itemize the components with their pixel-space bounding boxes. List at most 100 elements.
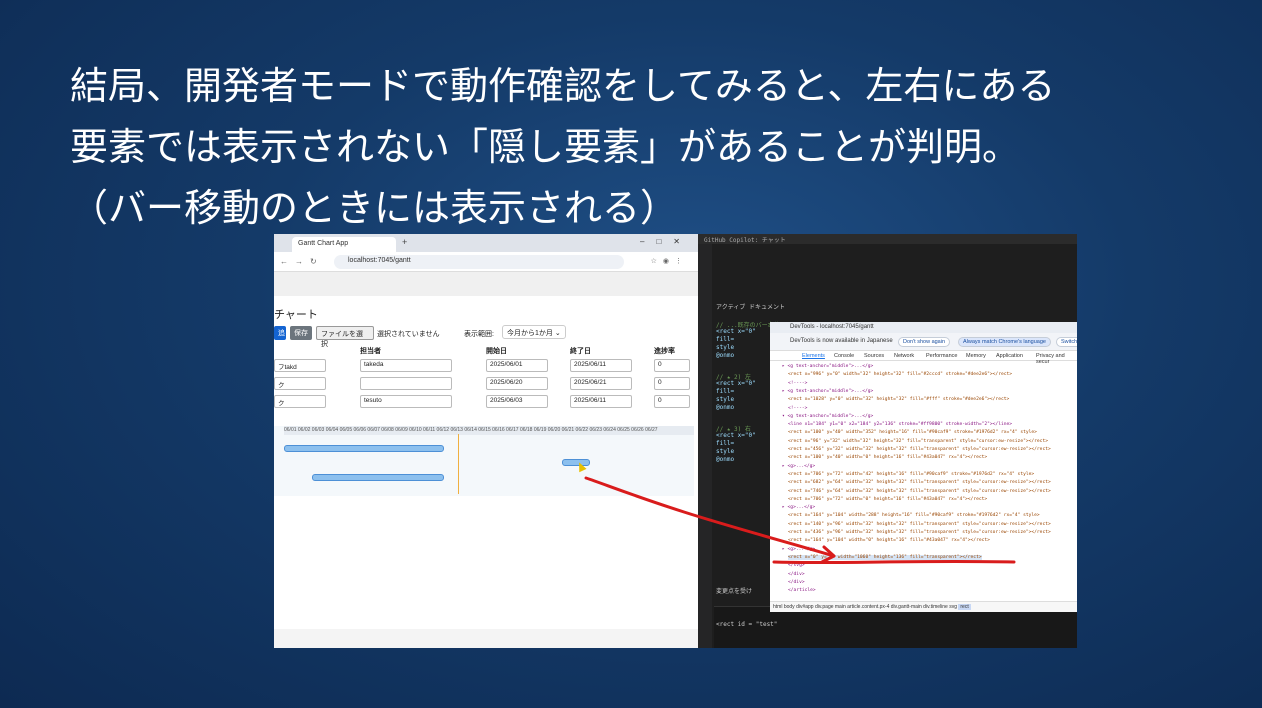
- code-line: fill=: [716, 440, 735, 447]
- progress-input[interactable]: 0: [654, 377, 690, 390]
- dom-node-line[interactable]: ▸ <g text-anchor="middle">...</g>: [782, 389, 873, 394]
- page-title: チャート: [274, 309, 318, 321]
- dom-node-line[interactable]: </svg>: [788, 563, 805, 568]
- tab-elements[interactable]: Elements: [802, 353, 825, 359]
- range-label: 表示範囲:: [464, 331, 494, 338]
- col-start: 開始日: [486, 348, 507, 355]
- task-input[interactable]: ク: [274, 377, 326, 390]
- tab-title: Gantt Chart App: [298, 240, 349, 247]
- code-line: <rect x="0": [716, 432, 756, 439]
- dom-node-line[interactable]: <!---->: [788, 381, 807, 386]
- code-line: fill=: [716, 336, 735, 343]
- assignee-input[interactable]: takeda: [360, 359, 452, 372]
- dom-node-line[interactable]: </article>: [788, 588, 816, 593]
- code-line: @onmo: [716, 352, 735, 359]
- dom-node-line[interactable]: <rect x="164" y="104" width="0" height="…: [788, 538, 990, 543]
- dom-node-line[interactable]: ▸ <g>...</g>: [782, 505, 815, 510]
- devtools-info-text: DevTools is now available in Japanese: [790, 338, 893, 344]
- gantt-bar[interactable]: [312, 474, 444, 481]
- today-line: [458, 434, 459, 494]
- dom-node-line[interactable]: </div>: [788, 572, 805, 577]
- range-value: 今月から1か月: [507, 330, 553, 337]
- dom-node-line[interactable]: <rect x="456" y="32" width="32" height="…: [788, 447, 1051, 452]
- dom-node-line[interactable]: <line x1="184" y1="0" x2="184" y2="136" …: [788, 422, 1012, 427]
- progress-input[interactable]: 0: [654, 395, 690, 408]
- tab-memory[interactable]: Memory: [966, 353, 986, 359]
- dont-show-again-button[interactable]: Don't show again: [898, 337, 951, 347]
- code-line: style: [716, 396, 735, 403]
- dom-node-line[interactable]: <!---->: [788, 406, 807, 411]
- gantt-bar[interactable]: [284, 445, 444, 452]
- breadcrumb-current[interactable]: rect: [958, 604, 971, 610]
- range-select[interactable]: 今月から1か月 ⌄: [502, 325, 566, 339]
- start-date-input[interactable]: 2025/06/01: [486, 359, 548, 372]
- col-end: 終了日: [570, 348, 591, 355]
- dom-node-line[interactable]: <rect x="682" y="64" width="32" height="…: [788, 480, 1051, 485]
- tab-network[interactable]: Network: [894, 353, 914, 359]
- progress-input[interactable]: 0: [654, 359, 690, 372]
- save-button[interactable]: 保存: [290, 326, 312, 340]
- tab-application[interactable]: Application: [996, 353, 1023, 359]
- editor-changes-label: 変更点を受け: [716, 588, 753, 595]
- title-line-2: 要素では表示されない「隠し要素」があることが判明。: [70, 125, 1021, 169]
- task-input[interactable]: ク: [274, 395, 326, 408]
- dom-node-line[interactable]: <rect x="100" y="40" width="352" height=…: [788, 430, 1037, 435]
- editor-activity-bar: [698, 244, 712, 648]
- code-line: @onmo: [716, 404, 735, 411]
- start-date-input[interactable]: 2025/06/20: [486, 377, 548, 390]
- match-language-button[interactable]: Always match Chrome's language: [958, 337, 1051, 347]
- browser-tab[interactable]: Gantt Chart App: [292, 237, 396, 252]
- start-date-input[interactable]: 2025/06/03: [486, 395, 548, 408]
- col-progress: 進捗率: [654, 348, 675, 355]
- extension-icons[interactable]: ☆◉⋮: [651, 257, 688, 265]
- end-date-input[interactable]: 2025/06/21: [570, 377, 632, 390]
- dom-node-line[interactable]: ▸ <g>...</g>: [782, 547, 815, 552]
- end-date-input[interactable]: 2025/06/11: [570, 359, 632, 372]
- dom-node-line[interactable]: <rect x="706" y="72" width="42" height="…: [788, 472, 1034, 477]
- devtools-breadcrumb: html body div#app div.page main article.…: [770, 601, 1077, 612]
- dom-node-line[interactable]: <rect x="746" y="64" width="32" height="…: [788, 489, 1051, 494]
- slide-title: 結局、開発者モードで動作確認をしてみると、左右にある 要素では表示されない「隠し…: [70, 56, 1055, 239]
- dom-node-line[interactable]: <rect x="164" y="104" width="288" height…: [788, 513, 1040, 518]
- code-line: @onmo: [716, 456, 735, 463]
- tab-sources[interactable]: Sources: [864, 353, 884, 359]
- dom-node-line[interactable]: <rect x="140" y="96" width="32" height="…: [788, 522, 1051, 527]
- tab-performance[interactable]: Performance: [926, 353, 958, 359]
- task-input[interactable]: フtakd: [274, 359, 326, 372]
- editor-section: アクティブ ドキュメント: [716, 304, 785, 311]
- gantt-timeline: 06/01 06/02 06/03 06/04 06/05 06/06 06/0…: [274, 426, 694, 496]
- dom-node-line[interactable]: <rect x="436" y="96" width="32" height="…: [788, 530, 1051, 535]
- window-controls[interactable]: –□✕: [640, 237, 692, 246]
- devtools-language-bar: DevTools is now available in Japanese Do…: [770, 333, 1077, 351]
- dom-node-line[interactable]: <rect x="100" y="40" width="0" height="1…: [788, 455, 987, 460]
- title-line-3: （バー移動のときには表示される）: [70, 186, 679, 230]
- primary-button[interactable]: 追: [274, 326, 286, 340]
- new-tab-icon[interactable]: +: [402, 237, 407, 247]
- dom-node-line[interactable]: <rect x="996" y="0" width="32" height="3…: [788, 372, 1012, 377]
- breadcrumb-path[interactable]: html body div#app div.page main article.…: [773, 604, 957, 610]
- chat-input[interactable]: <rect id = "test": [714, 606, 1077, 648]
- dom-node-line[interactable]: <rect x="96" y="32" width="32" height="3…: [788, 439, 1048, 444]
- url-field[interactable]: localhost:7045/gantt: [334, 255, 624, 269]
- dom-node-line[interactable]: </div>: [788, 580, 805, 585]
- browser-footer: [274, 629, 698, 648]
- address-bar: ←→↻ localhost:7045/gantt ☆◉⋮: [274, 252, 698, 272]
- switch-language-button[interactable]: Switch: [1056, 337, 1077, 347]
- dom-node-line[interactable]: ▸ <g text-anchor="middle">...</g>: [782, 364, 873, 369]
- dom-node-line[interactable]: <rect x="1028" y="0" width="32" height="…: [788, 397, 1009, 402]
- tab-console[interactable]: Console: [834, 353, 854, 359]
- end-date-input[interactable]: 2025/06/11: [570, 395, 632, 408]
- app-header: [274, 272, 698, 296]
- dom-node-line[interactable]: ▾ <g text-anchor="middle">...</g>: [782, 414, 873, 419]
- dom-node-line[interactable]: <rect x="0" y="0" width="1060" height="1…: [788, 554, 982, 560]
- dom-node-line[interactable]: <rect x="706" y="72" width="0" height="1…: [788, 497, 987, 502]
- nav-icons[interactable]: ←→↻: [280, 257, 324, 266]
- assignee-input[interactable]: [360, 377, 452, 390]
- editor-top-label: GitHub Copilot: チャット: [698, 234, 1077, 244]
- assignee-input[interactable]: tesuto: [360, 395, 452, 408]
- code-line: fill=: [716, 388, 735, 395]
- browser-window: Gantt Chart App + –□✕ ←→↻ localhost:7045…: [274, 234, 698, 648]
- dom-node-line[interactable]: ▸ <g>...</g>: [782, 464, 815, 469]
- file-choose-button[interactable]: ファイルを選択: [316, 326, 374, 348]
- elements-panel: ▸ <g text-anchor="middle">...</g> <rect …: [770, 362, 1077, 600]
